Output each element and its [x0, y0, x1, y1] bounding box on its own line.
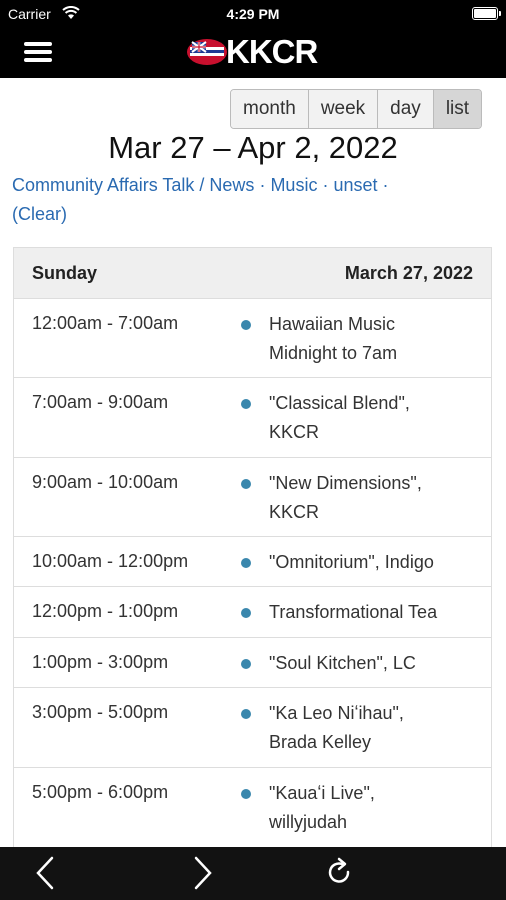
event-dot-icon	[241, 399, 251, 409]
event-time: 12:00pm - 1:00pm	[32, 601, 179, 621]
event-time: 3:00pm - 5:00pm	[32, 702, 169, 722]
event-time: 9:00am - 10:00am	[32, 472, 179, 492]
back-icon[interactable]	[26, 855, 66, 891]
filter-unset[interactable]: unset	[333, 175, 377, 195]
event-dot-icon	[241, 558, 251, 568]
logo: KKCR	[186, 33, 326, 71]
category-filters: Community Affairs Talk / News · Music · …	[12, 175, 389, 224]
browser-toolbar	[0, 847, 506, 900]
status-bar: Carrier 4:29 PM	[0, 0, 506, 28]
date-range-title: Mar 27 – Apr 2, 2022	[108, 130, 398, 165]
filter-news[interactable]: News	[209, 175, 254, 195]
refresh-icon[interactable]	[320, 855, 360, 891]
event-row[interactable]: 12:00pm - 1:00pm Transformational Tea	[14, 587, 491, 638]
clear-filters-link[interactable]: (Clear)	[12, 204, 67, 224]
event-row[interactable]: 10:00am - 12:00pm "Omnitorium", Indigo	[14, 537, 491, 587]
event-row[interactable]: 3:00pm - 5:00pm "Ka Leo Niʻihau", Brada K…	[14, 688, 491, 768]
event-row[interactable]: 12:00am - 7:00am Hawaiian Music Midnight …	[14, 299, 491, 378]
event-title[interactable]: "Omnitorium", Indigo	[269, 548, 479, 577]
event-dot-icon	[241, 789, 251, 799]
event-dot-icon	[241, 320, 251, 330]
event-time: 12:00am - 7:00am	[32, 313, 179, 333]
event-title[interactable]: "Soul Kitchen", LC	[269, 649, 479, 678]
forward-icon[interactable]	[182, 855, 222, 891]
menu-icon	[24, 42, 52, 46]
list-view-button[interactable]: list	[433, 90, 482, 128]
week-view-button[interactable]: week	[308, 90, 379, 128]
event-row[interactable]: 1:00pm - 3:00pm "Soul Kitchen", LC	[14, 638, 491, 688]
event-time: 10:00am - 12:00pm	[32, 551, 189, 571]
app-header: KKCR	[0, 28, 506, 78]
event-title[interactable]: Transformational Tea	[269, 598, 479, 627]
event-time: 1:00pm - 3:00pm	[32, 652, 169, 672]
event-title[interactable]: Hawaiian Music Midnight to 7am	[269, 310, 479, 368]
event-dot-icon	[241, 479, 251, 489]
event-title[interactable]: "Ka Leo Niʻihau", Brada Kelley	[269, 699, 479, 757]
status-time: 4:29 PM	[226, 6, 280, 22]
event-row[interactable]: 7:00am - 9:00am "Classical Blend", KKCR	[14, 378, 491, 458]
event-time: 5:00pm - 6:00pm	[32, 782, 169, 802]
event-list: Sunday March 27, 2022 12:00am - 7:00am H…	[13, 247, 492, 849]
event-dot-icon	[241, 709, 251, 719]
logo-text: KKCR	[226, 33, 318, 70]
event-title[interactable]: "Kauaʻi Live", willyjudah	[269, 779, 479, 837]
event-title[interactable]: "Classical Blend", KKCR	[269, 389, 479, 447]
event-dot-icon	[241, 659, 251, 669]
event-time: 7:00am - 9:00am	[32, 392, 169, 412]
day-view-button[interactable]: day	[378, 90, 434, 128]
event-row[interactable]: 9:00am - 10:00am "New Dimensions", KKCR	[14, 458, 491, 537]
month-view-button[interactable]: month	[231, 90, 309, 128]
day-header: Sunday March 27, 2022	[14, 248, 491, 299]
day-name: Sunday	[32, 263, 98, 283]
hawaii-flag-icon	[187, 39, 227, 65]
view-switcher: month week day list	[230, 89, 483, 129]
filter-music[interactable]: Music	[270, 175, 317, 195]
filter-community-affairs-talk[interactable]: Community Affairs Talk	[12, 175, 194, 195]
event-dot-icon	[241, 608, 251, 618]
day-date: March 27, 2022	[344, 263, 473, 283]
menu-button[interactable]	[24, 40, 52, 64]
event-row[interactable]: 5:00pm - 6:00pm "Kauaʻi Live", willyjudah	[14, 768, 491, 849]
battery-icon	[472, 7, 501, 20]
event-title[interactable]: "New Dimensions", KKCR	[269, 469, 479, 527]
